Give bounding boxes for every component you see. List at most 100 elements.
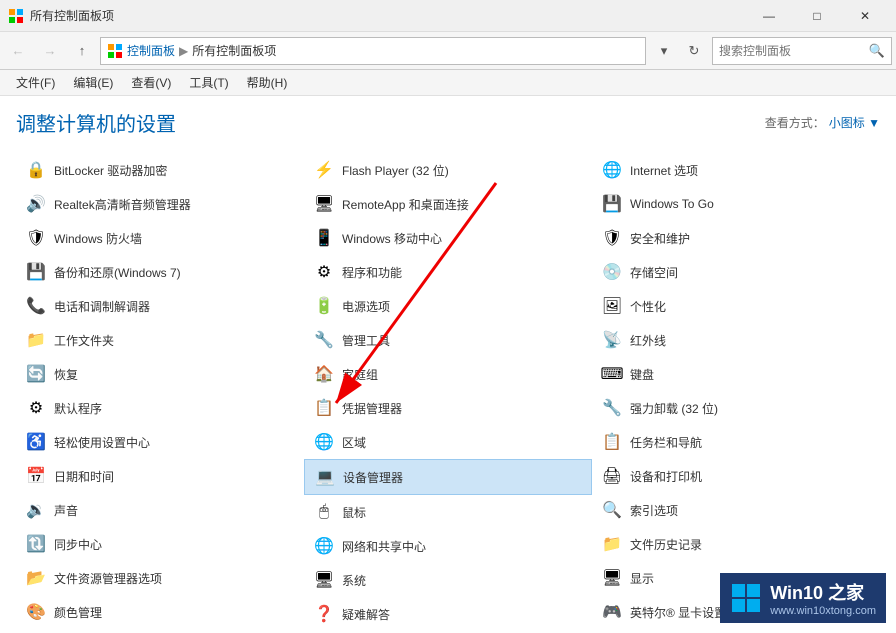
item-label: Windows 移动中心 bbox=[342, 230, 442, 247]
list-item[interactable]: 🎨颜色管理 bbox=[16, 595, 304, 629]
item-icon: 🔄 bbox=[24, 362, 48, 386]
item-icon: 🎮 bbox=[600, 600, 624, 624]
breadcrumb-icon bbox=[107, 43, 127, 59]
item-icon: 🔃 bbox=[24, 532, 48, 556]
address-bar: ← → ↑ 控制面板 ▶ 所有控制面板项 ▾ ↻ 🔍 bbox=[0, 32, 896, 70]
breadcrumb-home[interactable]: 控制面板 bbox=[127, 42, 175, 59]
list-item[interactable]: ♿轻松使用设置中心 bbox=[16, 425, 304, 459]
list-item[interactable]: ⚙程序和功能 bbox=[304, 255, 592, 289]
list-item[interactable]: 📂文件资源管理器选项 bbox=[16, 561, 304, 595]
item-label: 轻松使用设置中心 bbox=[54, 434, 150, 451]
list-item[interactable]: 🔒BitLocker 驱动器加密 bbox=[16, 153, 304, 187]
list-item[interactable]: 🖱 鼠标 bbox=[304, 495, 592, 529]
menu-edit[interactable]: 编辑(E) bbox=[65, 72, 121, 93]
list-item[interactable]: ⚡Flash Player (32 位) bbox=[304, 153, 592, 187]
list-item[interactable]: 🏠家庭组 bbox=[304, 357, 592, 391]
item-icon: 🔧 bbox=[600, 396, 624, 420]
item-icon: 🔊 bbox=[24, 192, 48, 216]
list-item[interactable]: 📋任务栏和导航 bbox=[592, 425, 880, 459]
menu-bar: 文件(F) 编辑(E) 查看(V) 工具(T) 帮助(H) bbox=[0, 70, 896, 96]
list-item[interactable]: 💾备份和还原(Windows 7) bbox=[16, 255, 304, 289]
item-label: 默认程序 bbox=[54, 400, 102, 417]
list-item[interactable]: 💾Windows To Go bbox=[592, 187, 880, 221]
list-item[interactable]: 🌐Internet 选项 bbox=[592, 153, 880, 187]
list-item[interactable]: 📡红外线 bbox=[592, 323, 880, 357]
item-label: 红外线 bbox=[630, 332, 666, 349]
list-item[interactable]: 🔧管理工具 bbox=[304, 323, 592, 357]
item-icon: 🌐 bbox=[312, 430, 336, 454]
item-label: 区域 bbox=[342, 434, 366, 451]
list-item[interactable]: ❓疑难解答 bbox=[304, 597, 592, 631]
item-label: 工作文件夹 bbox=[54, 332, 114, 349]
item-icon: 📁 bbox=[600, 532, 624, 556]
refresh-button[interactable]: ↻ bbox=[680, 37, 708, 65]
list-item[interactable]: 📁文件历史记录 bbox=[592, 527, 880, 561]
list-item[interactable]: 🖨设备和打印机 bbox=[592, 459, 880, 493]
item-label: 电源选项 bbox=[342, 298, 390, 315]
item-label: RemoteApp 和桌面连接 bbox=[342, 196, 469, 213]
list-item[interactable]: 💿存储空间 bbox=[592, 255, 880, 289]
item-label: 任务栏和导航 bbox=[630, 434, 702, 451]
item-label: 家庭组 bbox=[342, 366, 378, 383]
list-item[interactable]: 🌐网络和共享中心 bbox=[304, 529, 592, 563]
view-label: 查看方式： bbox=[765, 114, 825, 131]
list-item[interactable]: 🖥系统 bbox=[304, 563, 592, 597]
maximize-button[interactable]: □ bbox=[794, 0, 840, 32]
item-icon: 🛡 bbox=[24, 226, 48, 250]
list-item[interactable]: 🖥RemoteApp 和桌面连接 bbox=[304, 187, 592, 221]
list-item[interactable]: 🛡安全和维护 bbox=[592, 221, 880, 255]
close-button[interactable]: ✕ bbox=[842, 0, 888, 32]
column-3: 🌐Internet 选项💾Windows To Go🛡安全和维护💿存储空间🖼个性… bbox=[592, 153, 880, 633]
list-item[interactable]: 🔋电源选项 bbox=[304, 289, 592, 323]
item-label: 恢复 bbox=[54, 366, 78, 383]
minimize-button[interactable]: — bbox=[746, 0, 792, 32]
menu-file[interactable]: 文件(F) bbox=[8, 72, 63, 93]
item-icon: ❓ bbox=[312, 602, 336, 626]
items-grid: 🔒BitLocker 驱动器加密🔊Realtek高清晰音频管理器🛡Windows… bbox=[16, 153, 880, 633]
view-value-button[interactable]: 小图标 ▼ bbox=[829, 114, 880, 131]
item-icon: ⚙ bbox=[24, 396, 48, 420]
list-item[interactable]: 💻设备管理器 bbox=[304, 459, 592, 495]
list-item[interactable]: 📁工作文件夹 bbox=[16, 323, 304, 357]
list-item[interactable]: 📱 Windows 移动中心 bbox=[304, 221, 592, 255]
item-label: 同步中心 bbox=[54, 536, 102, 553]
item-label: 键盘 bbox=[630, 366, 654, 383]
dropdown-button[interactable]: ▾ bbox=[650, 37, 678, 65]
item-label: 备份和还原(Windows 7) bbox=[54, 264, 181, 281]
item-label: 鼠标 bbox=[342, 504, 366, 521]
list-item[interactable]: ⌨键盘 bbox=[592, 357, 880, 391]
list-item[interactable]: 🔃 同步中心 bbox=[16, 527, 304, 561]
item-icon: 🎨 bbox=[24, 600, 48, 624]
list-item[interactable]: 👤用户帐户 bbox=[16, 629, 304, 633]
breadcrumb-separator: ▶ bbox=[179, 44, 188, 58]
list-item[interactable]: 📅日期和时间 bbox=[16, 459, 304, 493]
list-item[interactable]: 📞电话和调制解调器 bbox=[16, 289, 304, 323]
menu-view[interactable]: 查看(V) bbox=[123, 72, 179, 93]
menu-tools[interactable]: 工具(T) bbox=[181, 72, 236, 93]
item-icon: 🖥 bbox=[600, 566, 624, 590]
menu-help[interactable]: 帮助(H) bbox=[239, 72, 296, 93]
list-item[interactable]: 🌐 区域 bbox=[304, 425, 592, 459]
window-controls: — □ ✕ bbox=[746, 0, 888, 32]
item-icon: 🖱 bbox=[312, 500, 336, 524]
list-item[interactable]: 🔊Realtek高清晰音频管理器 bbox=[16, 187, 304, 221]
item-label: 凭据管理器 bbox=[342, 400, 402, 417]
list-item[interactable]: 🖼个性化 bbox=[592, 289, 880, 323]
item-label: 电话和调制解调器 bbox=[54, 298, 150, 315]
list-item[interactable]: ⚙ 默认程序 bbox=[16, 391, 304, 425]
search-input[interactable] bbox=[719, 44, 869, 58]
item-icon: 📱 bbox=[312, 226, 336, 250]
watermark: Win10 之家 www.win10xtong.com bbox=[720, 573, 886, 623]
list-item[interactable]: 🔉声音 bbox=[16, 493, 304, 527]
list-item[interactable]: 📋凭据管理器 bbox=[304, 391, 592, 425]
breadcrumb-current: 所有控制面板项 bbox=[192, 42, 276, 59]
list-item[interactable]: 🛡Windows 防火墙 bbox=[16, 221, 304, 255]
list-item[interactable]: 🔧强力卸载 (32 位) bbox=[592, 391, 880, 425]
forward-button[interactable]: → bbox=[36, 37, 64, 65]
list-item[interactable]: 🎙语音识别 bbox=[592, 629, 880, 633]
up-button[interactable]: ↑ bbox=[68, 37, 96, 65]
list-item[interactable]: 🔍索引选项 bbox=[592, 493, 880, 527]
window-icon bbox=[8, 8, 24, 24]
back-button[interactable]: ← bbox=[4, 37, 32, 65]
list-item[interactable]: 🔄 恢复 bbox=[16, 357, 304, 391]
